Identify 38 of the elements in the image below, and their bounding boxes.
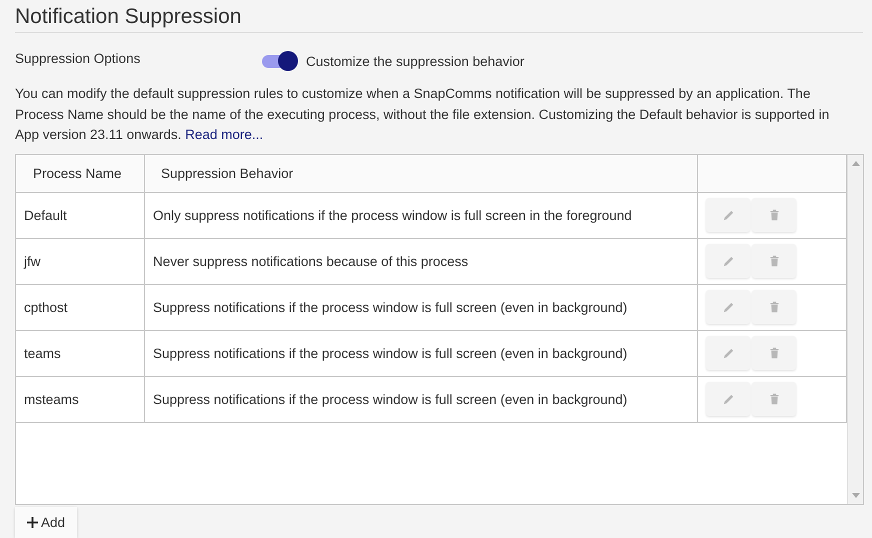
column-header: Process Name [16,154,144,192]
delete-button[interactable] [752,198,796,232]
trash-icon [768,392,780,406]
scroll-up-icon[interactable] [852,160,860,166]
description-text: You can modify the default suppression rules to customize when a SnapComms notification will be suppressed by an application. The Process Name should be the name of the executing process, without the file extension. Customizing the Default behavior is supported in App version 23.11 onwards. Read more... [15,85,830,144]
edit-button[interactable] [706,336,750,370]
table-cell: msteams [16,376,144,422]
trash-icon [768,208,780,222]
read-more-link[interactable]: Read more... [185,127,264,142]
edit-button[interactable] [706,244,750,278]
table-cell: Suppress notifications if the process window is full screen (even in background) [144,330,698,376]
delete-button[interactable] [752,244,796,278]
trash-icon [768,300,780,314]
toggle-switch[interactable] [262,51,298,71]
column-header: Suppression Behavior [144,154,698,192]
table-cell: Default [16,192,144,238]
table-cell: cpthost [16,284,144,330]
table-cell: jfw [16,238,144,284]
delete-button[interactable] [752,290,796,324]
edit-button[interactable] [706,198,750,232]
edit-button[interactable] [706,382,750,416]
delete-button[interactable] [752,336,796,370]
toggle-label: Customize the suppression behavior [306,54,524,68]
edit-button[interactable] [706,290,750,324]
table-cell: teams [16,330,144,376]
table-cell: Never suppress notifications because of this process [144,238,698,284]
table-cell: Only suppress notifications if the process window is full screen in the foreground [144,192,698,238]
add-button[interactable]: Add [15,506,78,538]
table-cell: Suppress notifications if the process window is full screen (even in background) [144,284,698,330]
page-title: Notification Suppression [15,4,242,30]
trash-icon [768,254,780,268]
scrollbar[interactable] [847,154,863,504]
table-cell: Suppress notifications if the process window is full screen (even in background) [144,376,698,422]
delete-button[interactable] [752,382,796,416]
scroll-down-icon[interactable] [852,492,860,498]
plus-icon [27,516,38,528]
trash-icon [768,346,780,360]
field-label: Suppression Options [15,50,142,66]
